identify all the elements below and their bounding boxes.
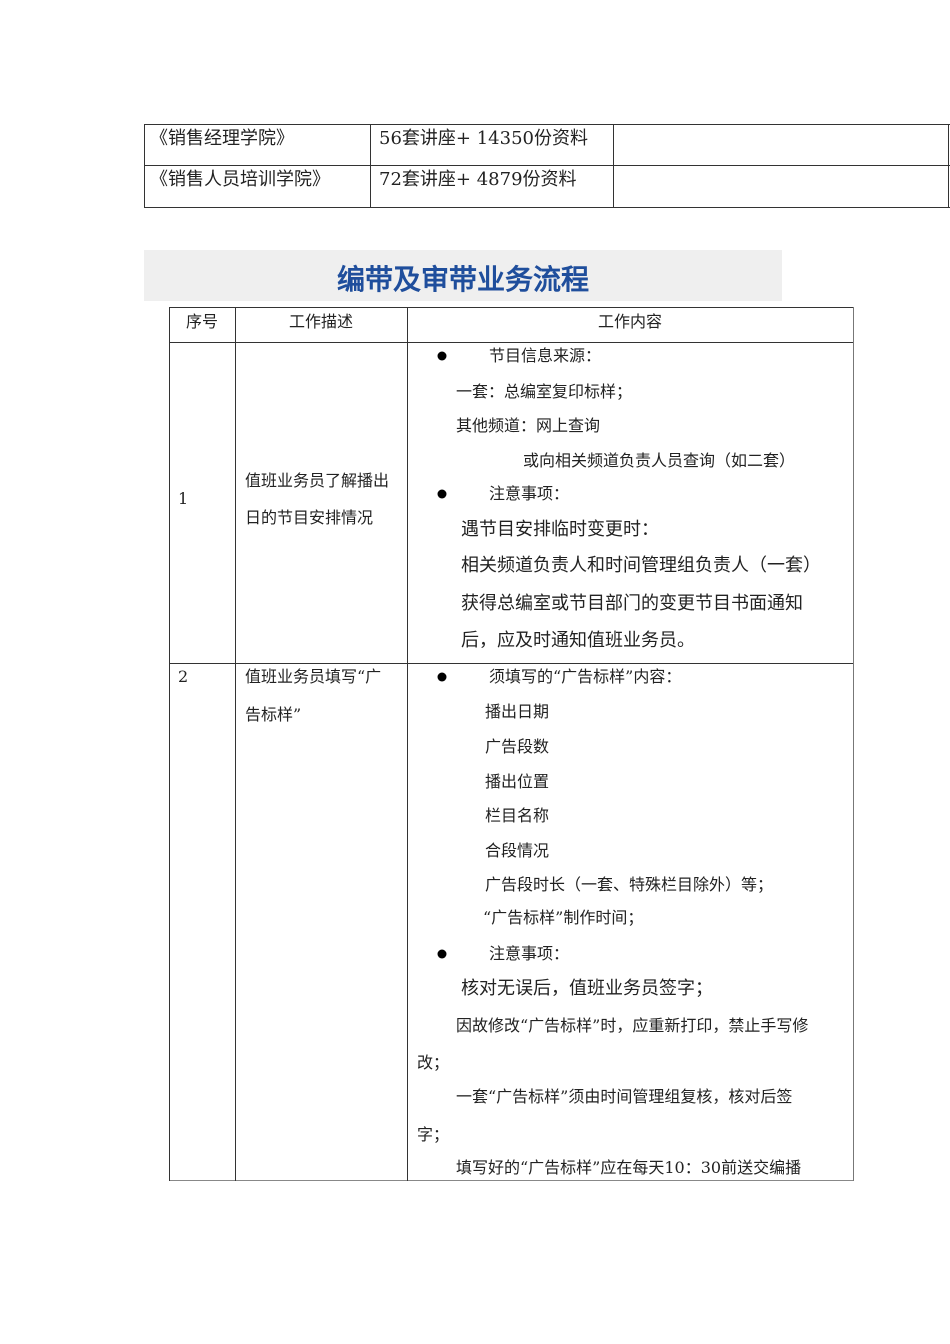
content-line: 后，应及时通知值班业务员。: [461, 630, 695, 651]
content-item: “广告标样”制作时间；: [483, 908, 644, 927]
bullet-icon: [437, 489, 447, 499]
content-line: 改；: [417, 1053, 450, 1072]
content-line: 因故修改“广告标样”时，应重新打印，禁止手写修: [456, 1016, 809, 1035]
content-line: 获得总编室或节目部门的变更节目书面通知: [461, 593, 803, 614]
row-desc: 值班业务员填写“广: [245, 667, 382, 686]
document-page: 《销售经理学院》 56套讲座+ 14350份资料 《销售人员培训学院》 72套讲…: [0, 0, 950, 1344]
content-line: 遇节目安排临时变更时：: [461, 519, 659, 540]
header-desc: 工作描述: [289, 312, 354, 331]
content-line: 一套：总编室复印标样；: [456, 382, 633, 401]
content-line: 其他频道：网上查询: [456, 416, 601, 435]
content-line: 须填写的“广告标样”内容：: [489, 667, 682, 686]
content-line: 核对无误后，值班业务员签字；: [461, 978, 713, 999]
row-no: 1: [178, 489, 189, 508]
bullet-icon: [437, 949, 447, 959]
content-line: 注意事项：: [489, 484, 570, 503]
content-line: 字；: [417, 1125, 450, 1144]
row-desc: 告标样”: [245, 705, 302, 724]
section-title: 编带及审带业务流程: [336, 263, 589, 296]
content-item: 广告段时长（一套、特殊栏目除外）等；: [485, 875, 774, 894]
content-item: 合段情况: [485, 841, 550, 860]
content-item: 播出位置: [485, 772, 550, 791]
header-content: 工作内容: [598, 312, 663, 331]
bullet-icon: [437, 351, 447, 361]
row-desc: 值班业务员了解播出: [245, 471, 390, 490]
content-item: 栏目名称: [485, 806, 550, 825]
bullet-icon: [437, 672, 447, 682]
content-line: 相关频道负责人和时间管理组负责人（一套）: [461, 555, 821, 576]
content-line: 一套“广告标样”须由时间管理组复核，核对后签: [456, 1087, 793, 1106]
resource-content: 72套讲座+ 4879份资料: [379, 169, 577, 190]
content-line: 注意事项：: [489, 944, 570, 963]
header-no: 序号: [186, 312, 219, 331]
content-line: 或向相关频道负责人员查询（如二套）: [523, 451, 796, 470]
content-line: 填写好的“广告标样”应在每天10：30前送交编播: [456, 1158, 802, 1177]
row-no: 2: [178, 667, 189, 686]
content-item: 播出日期: [485, 702, 550, 721]
content-item: 广告段数: [485, 737, 550, 756]
row-desc: 日的节目安排情况: [245, 508, 374, 527]
resource-content: 56套讲座+ 14350份资料: [379, 128, 588, 149]
resource-name: 《销售经理学院》: [150, 128, 294, 149]
section-title-bar: 编带及审带业务流程: [144, 250, 782, 301]
content-line: 节目信息来源：: [489, 346, 602, 365]
resource-name: 《销售人员培训学院》: [150, 169, 330, 190]
